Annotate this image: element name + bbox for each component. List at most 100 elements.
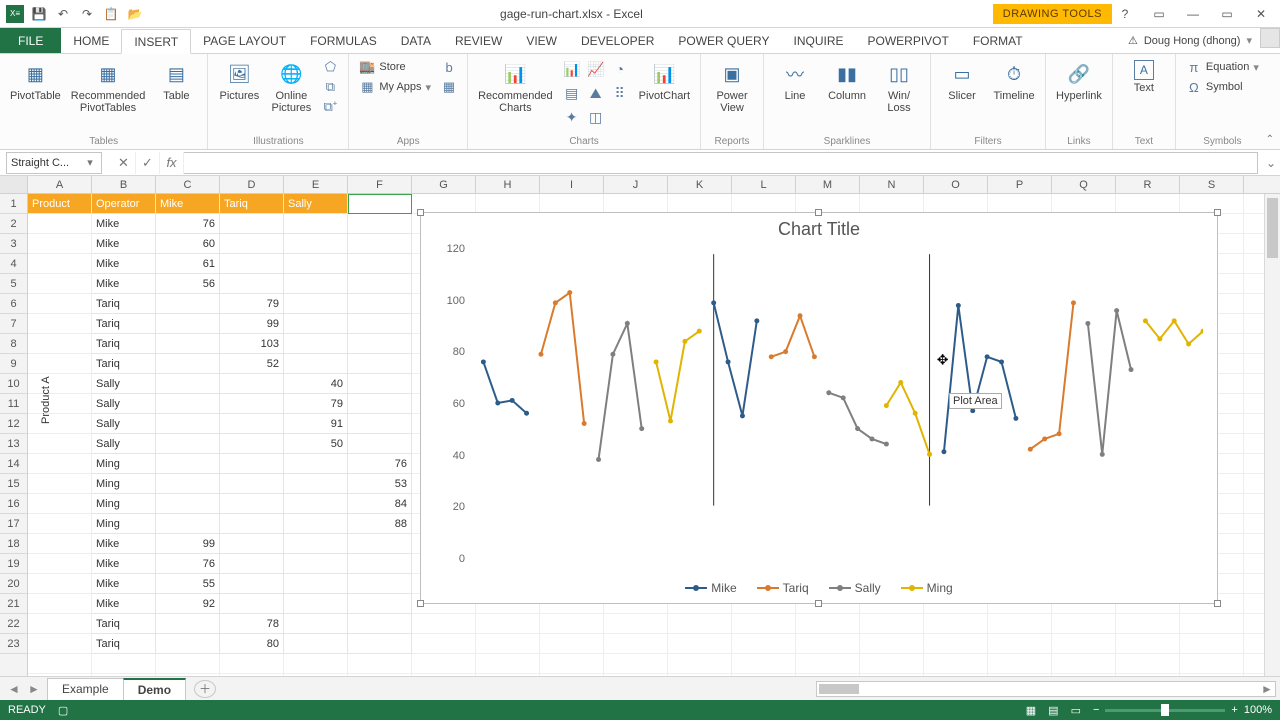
cell[interactable]: Ming	[92, 494, 156, 514]
cell[interactable]: Tariq	[92, 294, 156, 314]
combo-chart-icon[interactable]: ◫	[585, 106, 607, 128]
zoom-level[interactable]: 100%	[1244, 704, 1272, 716]
bing-maps-button[interactable]: b	[439, 58, 459, 76]
cell[interactable]: Mike	[156, 194, 220, 214]
cell[interactable]	[348, 634, 412, 654]
embedded-chart[interactable]: Chart Title ✥ 020406080100120 Plot Area …	[420, 212, 1218, 604]
cell[interactable]: 52	[220, 354, 284, 374]
column-header[interactable]: E	[284, 176, 348, 193]
cell[interactable]	[348, 314, 412, 334]
cell[interactable]	[220, 234, 284, 254]
legend-item[interactable]: Ming	[901, 581, 953, 595]
column-header[interactable]: K	[668, 176, 732, 193]
cell[interactable]	[284, 254, 348, 274]
cell[interactable]	[284, 574, 348, 594]
row-header[interactable]: 15	[0, 474, 27, 494]
column-header[interactable]: Q	[1052, 176, 1116, 193]
cell[interactable]: 60	[156, 234, 220, 254]
cell[interactable]: 76	[348, 454, 412, 474]
equation-button[interactable]: πEquation ▾	[1184, 58, 1261, 76]
cell[interactable]: 88	[348, 514, 412, 534]
cell[interactable]	[284, 294, 348, 314]
row-header[interactable]: 22	[0, 614, 27, 634]
row-header[interactable]: 9	[0, 354, 27, 374]
tab-home[interactable]: HOME	[61, 28, 121, 53]
column-header[interactable]: O	[924, 176, 988, 193]
cell[interactable]	[220, 534, 284, 554]
recommended-charts-button[interactable]: 📊Recommended Charts	[476, 58, 555, 116]
horizontal-scrollbar[interactable]: ◄ ►	[816, 681, 1276, 697]
cell[interactable]: Mike	[92, 574, 156, 594]
fx-icon[interactable]: fx	[160, 152, 184, 174]
tab-page-layout[interactable]: PAGE LAYOUT	[191, 28, 298, 53]
row-header[interactable]: 4	[0, 254, 27, 274]
cell[interactable]	[284, 454, 348, 474]
cell[interactable]	[284, 554, 348, 574]
cell[interactable]: 80	[220, 634, 284, 654]
column-header[interactable]: M	[796, 176, 860, 193]
cell[interactable]	[348, 554, 412, 574]
cell[interactable]	[348, 594, 412, 614]
cell[interactable]	[220, 394, 284, 414]
cell[interactable]	[156, 374, 220, 394]
cell[interactable]	[284, 514, 348, 534]
cell[interactable]	[348, 434, 412, 454]
cell[interactable]: 84	[348, 494, 412, 514]
table-button[interactable]: ▤Table	[153, 58, 199, 104]
select-all-corner[interactable]	[0, 176, 28, 193]
cell[interactable]: 76	[156, 554, 220, 574]
cell[interactable]	[348, 394, 412, 414]
collapse-ribbon-icon[interactable]: ⌃	[1266, 134, 1274, 145]
cell[interactable]: 61	[156, 254, 220, 274]
legend-item[interactable]: Sally	[829, 581, 881, 595]
cell[interactable]: 103	[220, 334, 284, 354]
cell[interactable]	[156, 414, 220, 434]
sheet-nav-prev-icon[interactable]: ◄	[4, 682, 24, 696]
cell[interactable]: 78	[220, 614, 284, 634]
power-view-button[interactable]: ▣Power View	[709, 58, 755, 116]
cell[interactable]	[284, 534, 348, 554]
pie-chart-icon[interactable]: ◔	[609, 58, 631, 80]
row-header[interactable]: 14	[0, 454, 27, 474]
row-header[interactable]: 3	[0, 234, 27, 254]
plot-area[interactable]: ✥ 020406080100120	[469, 249, 1203, 557]
cell[interactable]: 53	[348, 474, 412, 494]
cell[interactable]	[348, 414, 412, 434]
cell[interactable]: Ming	[92, 474, 156, 494]
cell[interactable]	[220, 594, 284, 614]
tab-data[interactable]: DATA	[389, 28, 443, 53]
cell[interactable]	[156, 314, 220, 334]
cell[interactable]: 40	[284, 374, 348, 394]
row-header[interactable]: 5	[0, 274, 27, 294]
cell[interactable]: Ming	[92, 454, 156, 474]
slicer-button[interactable]: ▭Slicer	[939, 58, 985, 104]
restore-icon[interactable]: ▭	[1214, 4, 1240, 24]
row-header[interactable]: 19	[0, 554, 27, 574]
open-icon[interactable]: 📂	[126, 5, 144, 23]
cell[interactable]	[284, 594, 348, 614]
cell[interactable]: Operator	[92, 194, 156, 214]
cell[interactable]: Tariq	[92, 634, 156, 654]
cell[interactable]	[220, 254, 284, 274]
tab-developer[interactable]: DEVELOPER	[569, 28, 666, 53]
cell[interactable]	[220, 274, 284, 294]
legend-item[interactable]: Tariq	[757, 581, 809, 595]
cell[interactable]	[156, 394, 220, 414]
cell[interactable]: Mike	[92, 214, 156, 234]
enter-formula-icon[interactable]: ✓	[136, 152, 160, 174]
tab-review[interactable]: REVIEW	[443, 28, 514, 53]
row-header[interactable]: 12	[0, 414, 27, 434]
macro-record-icon[interactable]: ▢	[58, 704, 68, 717]
cell[interactable]	[284, 234, 348, 254]
column-header[interactable]: A	[28, 176, 92, 193]
cell[interactable]: Sally	[92, 414, 156, 434]
column-header[interactable]: J	[604, 176, 668, 193]
sparkline-winloss-button[interactable]: ▯▯Win/ Loss	[876, 58, 922, 116]
cell[interactable]: Sally	[92, 434, 156, 454]
cell[interactable]	[156, 334, 220, 354]
row-header[interactable]: 7	[0, 314, 27, 334]
cell[interactable]: Tariq	[92, 314, 156, 334]
cell[interactable]: 56	[156, 274, 220, 294]
cancel-formula-icon[interactable]: ✕	[112, 152, 136, 174]
cell[interactable]: Mike	[92, 274, 156, 294]
